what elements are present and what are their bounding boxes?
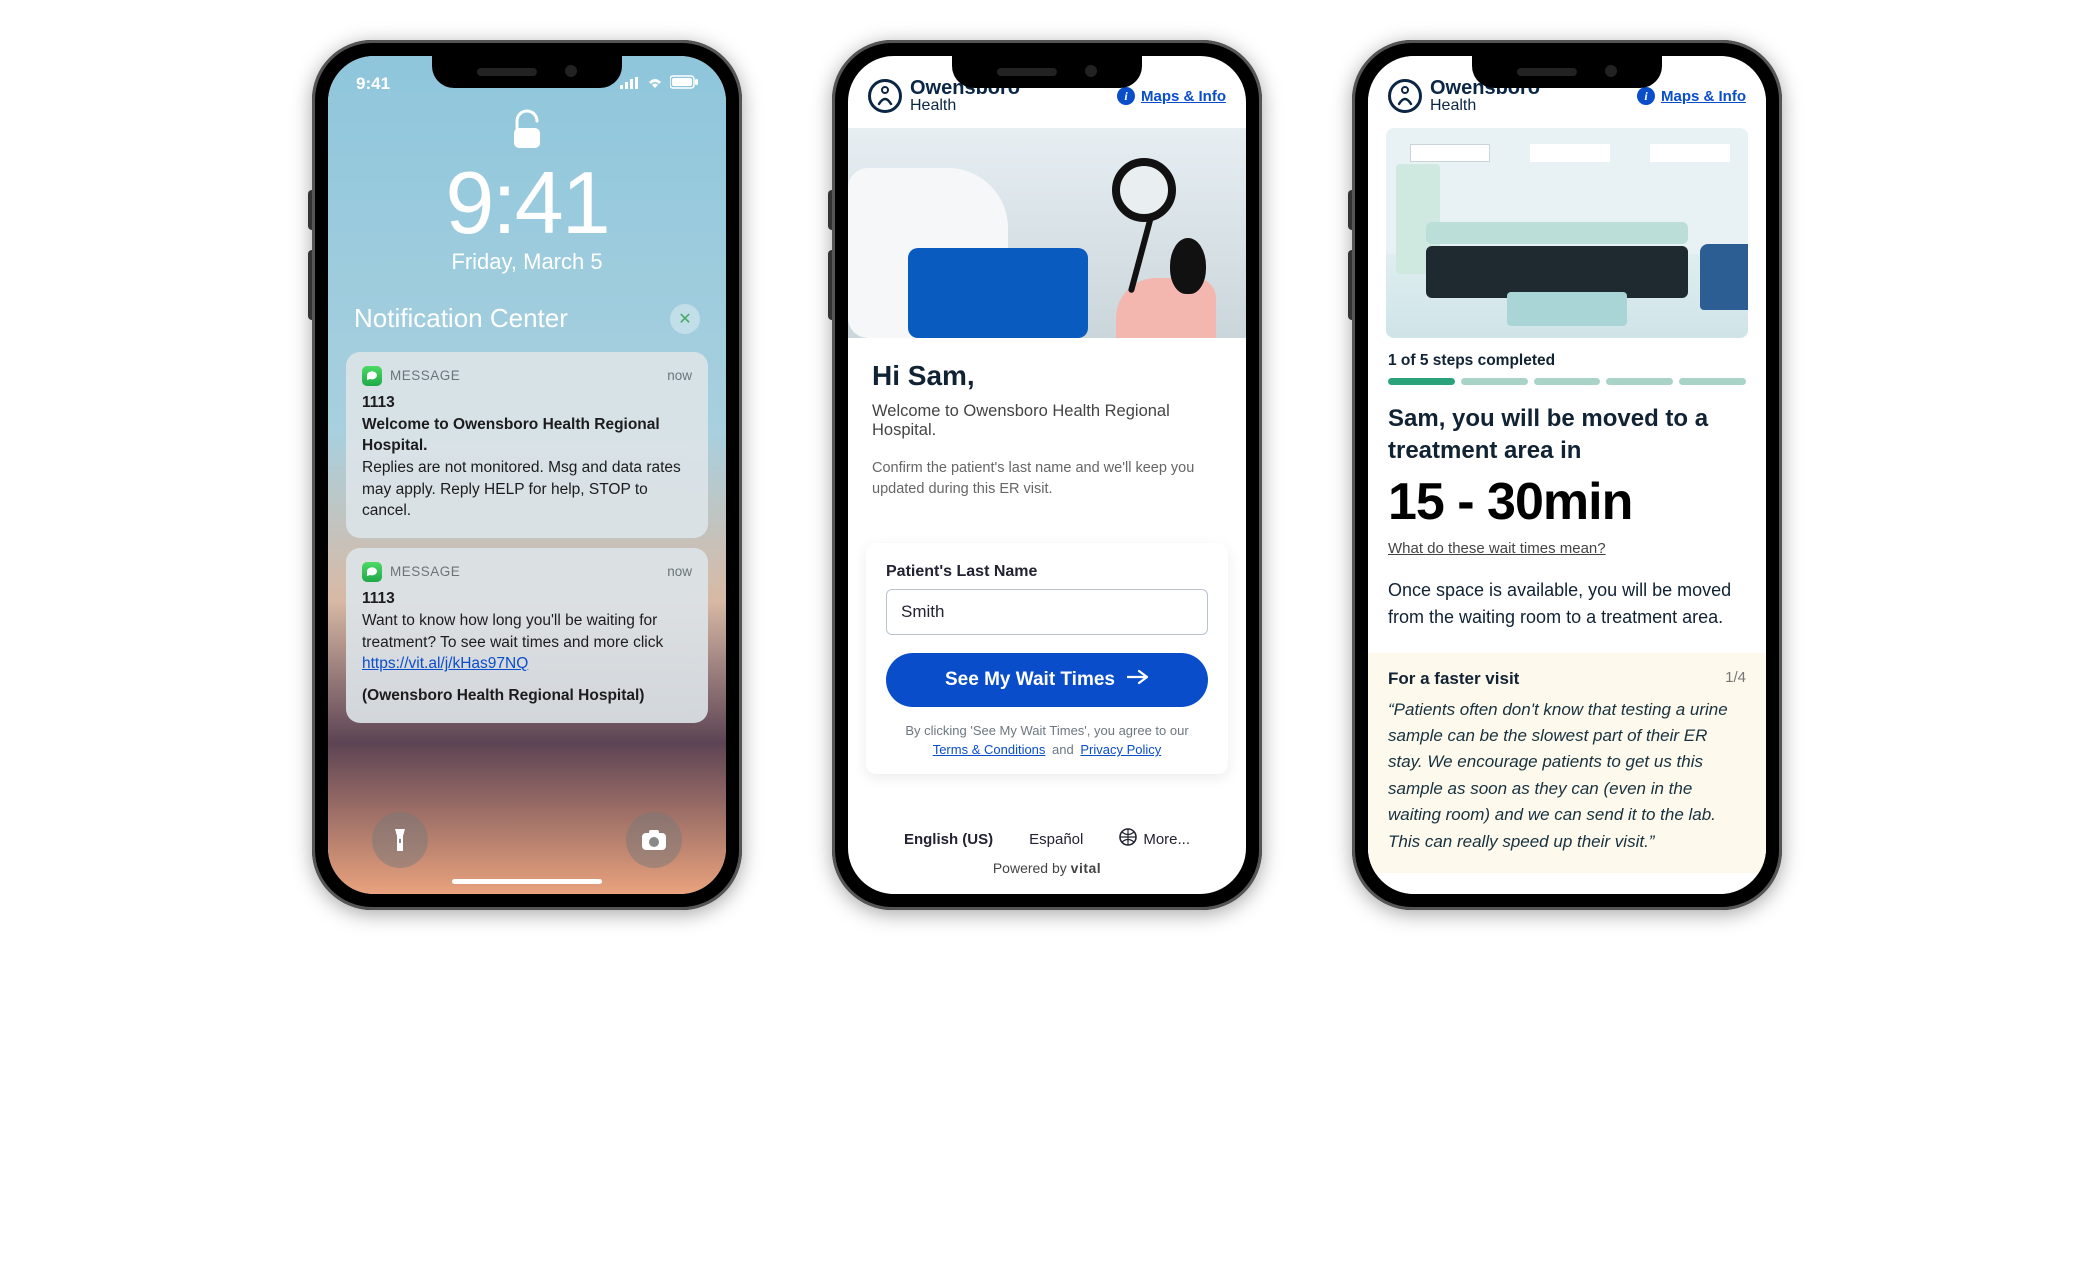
phone-notch bbox=[432, 56, 622, 88]
powered-by: Powered by vital bbox=[848, 860, 1246, 894]
tip-body: “Patients often don't know that testing … bbox=[1388, 697, 1746, 855]
privacy-link[interactable]: Privacy Policy bbox=[1080, 742, 1161, 757]
treatment-description: Once space is available, you will be mov… bbox=[1368, 569, 1766, 645]
see-wait-times-button[interactable]: See My Wait Times bbox=[886, 653, 1208, 707]
treatment-title: Sam, you will be moved to a treatment ar… bbox=[1368, 393, 1766, 470]
steps-label: 1 of 5 steps completed bbox=[1368, 338, 1766, 378]
status-icons bbox=[620, 74, 698, 94]
close-icon[interactable]: ✕ bbox=[670, 304, 700, 334]
step-segment bbox=[1388, 378, 1455, 385]
phone-wait-times: Owensboro Health i Maps & Info 1 of 5 st… bbox=[1352, 40, 1782, 910]
lock-date: Friday, March 5 bbox=[328, 249, 726, 275]
hero-image bbox=[1386, 128, 1748, 338]
step-segment bbox=[1461, 378, 1528, 385]
wait-times-help-link[interactable]: What do these wait times mean? bbox=[1368, 536, 1766, 569]
legal-text: By clicking 'See My Wait Times', you agr… bbox=[886, 707, 1208, 768]
notification-sender: 1113 bbox=[362, 392, 692, 414]
lang-spanish[interactable]: Español bbox=[1029, 831, 1083, 848]
globe-icon bbox=[1119, 828, 1137, 850]
phone-notch bbox=[952, 56, 1142, 88]
sms-link[interactable]: https://vit.al/j/kHas97NQ bbox=[362, 655, 528, 672]
phone-notch bbox=[1472, 56, 1662, 88]
greeting: Hi Sam, bbox=[872, 360, 1222, 392]
messages-app-icon bbox=[362, 366, 382, 386]
notification-center-title: Notification Center bbox=[354, 303, 568, 334]
step-segment bbox=[1534, 378, 1601, 385]
lastname-card: Patient's Last Name See My Wait Times By… bbox=[866, 543, 1228, 774]
brand-name-line2: Health bbox=[1430, 98, 1540, 114]
maps-info-link[interactable]: i Maps & Info bbox=[1117, 87, 1226, 105]
notification-time: now bbox=[667, 367, 692, 386]
brand-name-line2: Health bbox=[910, 98, 1020, 114]
tip-pager: 1/4 bbox=[1725, 669, 1746, 689]
status-time: 9:41 bbox=[356, 74, 390, 94]
arrow-right-icon bbox=[1127, 669, 1149, 691]
notification-body: Replies are not monitored. Msg and data … bbox=[362, 457, 692, 522]
notification-card[interactable]: MESSAGE now 1113 Want to know how long y… bbox=[346, 548, 708, 722]
hero-image bbox=[848, 128, 1246, 338]
messages-app-icon bbox=[362, 562, 382, 582]
language-row: English (US) Español More... bbox=[848, 800, 1246, 860]
notification-app-label: MESSAGE bbox=[390, 367, 460, 386]
lang-english[interactable]: English (US) bbox=[904, 831, 993, 848]
logo-mark-icon bbox=[868, 79, 902, 113]
flashlight-button[interactable] bbox=[372, 812, 428, 868]
tip-panel: For a faster visit 1/4 “Patients often d… bbox=[1368, 653, 1766, 873]
camera-button[interactable] bbox=[626, 812, 682, 868]
treatment-time: 15 - 30min bbox=[1368, 470, 1766, 536]
lock-time: 9:41 bbox=[328, 159, 726, 247]
info-icon: i bbox=[1117, 87, 1135, 105]
welcome-text: Welcome to Owensboro Health Regional Hos… bbox=[872, 402, 1222, 440]
notification-body: Want to know how long you'll be waiting … bbox=[362, 610, 692, 675]
notification-card[interactable]: MESSAGE now 1113 Welcome to Owensboro He… bbox=[346, 352, 708, 538]
signal-icon bbox=[620, 74, 640, 94]
lastname-input[interactable] bbox=[886, 589, 1208, 635]
wifi-icon bbox=[646, 74, 664, 94]
notification-source: (Owensboro Health Regional Hospital) bbox=[362, 685, 692, 707]
notification-line: Welcome to Owensboro Health Regional Hos… bbox=[362, 414, 692, 457]
step-segment bbox=[1679, 378, 1746, 385]
info-icon: i bbox=[1637, 87, 1655, 105]
step-segment bbox=[1606, 378, 1673, 385]
terms-link[interactable]: Terms & Conditions bbox=[933, 742, 1046, 757]
notification-time: now bbox=[667, 563, 692, 582]
notification-app-label: MESSAGE bbox=[390, 563, 460, 582]
battery-icon bbox=[670, 74, 698, 94]
phone-lockscreen: 9:41 9:41 Friday, March 5 Notificati bbox=[312, 40, 742, 910]
maps-info-link[interactable]: i Maps & Info bbox=[1637, 87, 1746, 105]
notification-sender: 1113 bbox=[362, 588, 692, 610]
phone-welcome: Owensboro Health i Maps & Info bbox=[832, 40, 1262, 910]
lang-more[interactable]: More... bbox=[1119, 828, 1190, 850]
home-indicator[interactable] bbox=[452, 879, 602, 884]
progress-steps bbox=[1368, 378, 1766, 393]
helper-text: Confirm the patient's last name and we'l… bbox=[872, 458, 1222, 500]
tip-title: For a faster visit bbox=[1388, 669, 1519, 689]
logo-mark-icon bbox=[1388, 79, 1422, 113]
unlock-icon bbox=[510, 108, 544, 155]
lastname-label: Patient's Last Name bbox=[886, 563, 1208, 581]
